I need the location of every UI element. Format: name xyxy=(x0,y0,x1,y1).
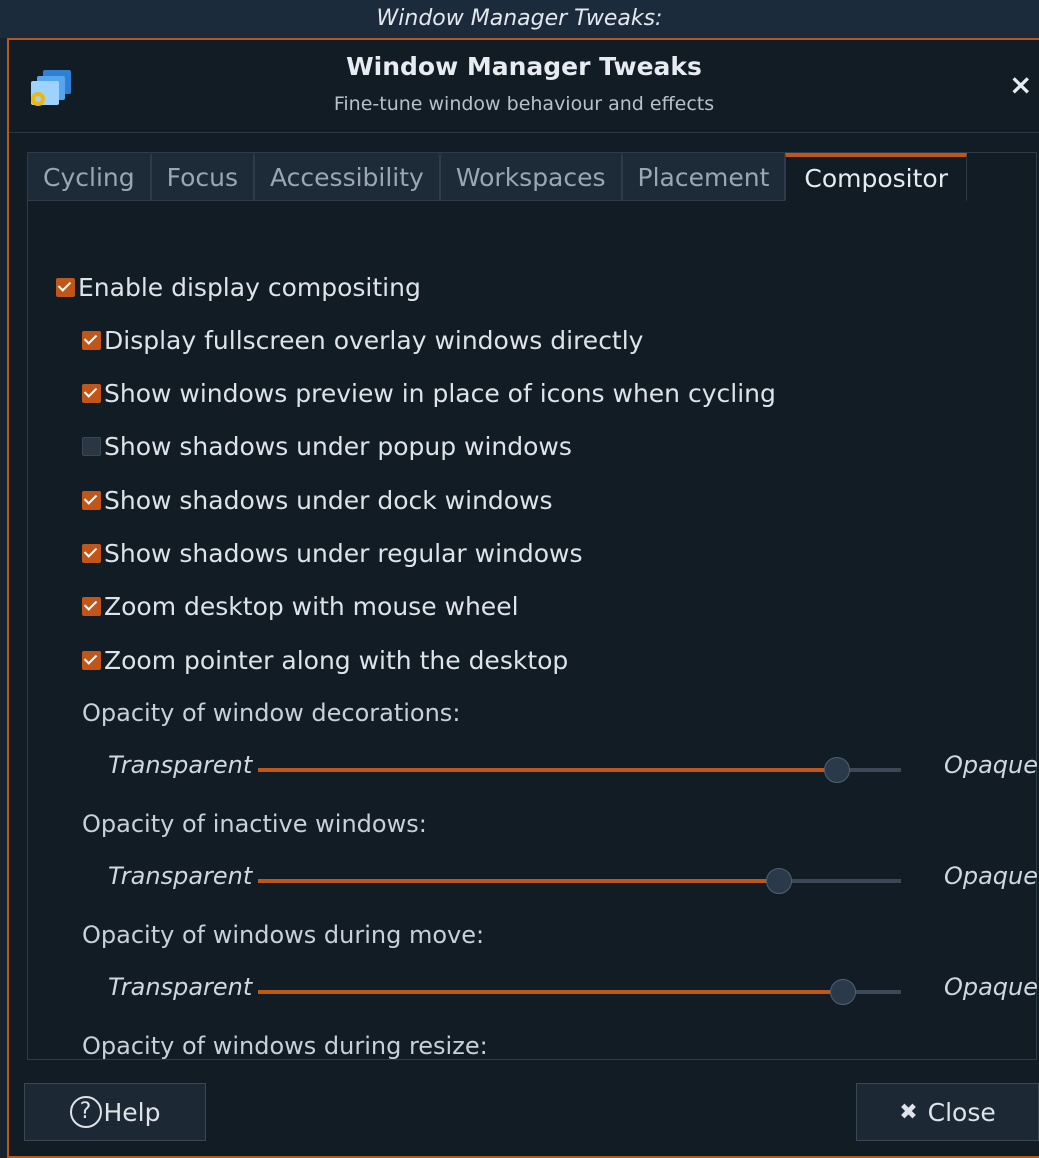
tab-notebook: Cycling Focus Accessibility Workspaces P… xyxy=(27,152,1038,1060)
slider-handle[interactable] xyxy=(823,757,850,783)
option-checkbox[interactable]: Show windows preview in place of icons w… xyxy=(82,379,776,408)
slider-fill xyxy=(258,990,844,994)
close-button-label: Close xyxy=(927,1097,996,1127)
checkbox-box[interactable] xyxy=(82,331,101,350)
tab-workspaces[interactable]: Workspaces xyxy=(439,153,622,201)
dialog-title: Window Manager Tweaks xyxy=(346,52,702,81)
checkbox-box[interactable] xyxy=(82,437,101,456)
scale-min-label: Transparent xyxy=(108,751,253,779)
slider-track[interactable] xyxy=(258,868,901,894)
scale-max-label: Opaque xyxy=(943,973,1038,1001)
move-opacity-label: Opacity of windows during move: xyxy=(82,921,485,949)
close-icon[interactable]: × xyxy=(1009,68,1032,101)
checkbox-label: Show windows preview in place of icons w… xyxy=(104,379,776,408)
resize-opacity-label: Opacity of windows during resize: xyxy=(82,1032,488,1060)
decorations-opacity-slider[interactable]: Transparent Opaque xyxy=(108,749,1038,789)
checkbox-box[interactable] xyxy=(82,384,101,403)
option-checkbox[interactable]: Show shadows under popup windows xyxy=(82,432,572,461)
enable-compositing-checkbox[interactable]: Enable display compositing xyxy=(56,273,421,302)
help-button-label: Help xyxy=(103,1097,161,1127)
checkbox-label: Show shadows under regular windows xyxy=(104,539,583,568)
outer-window-title: Window Manager Tweaks: xyxy=(0,0,1039,38)
option-checkbox[interactable]: Zoom pointer along with the desktop xyxy=(82,646,568,675)
slider-fill xyxy=(258,879,779,883)
tab-compositor[interactable]: Compositor xyxy=(785,153,968,201)
tab-bar: Cycling Focus Accessibility Workspaces P… xyxy=(27,153,968,203)
checkbox-label: Enable display compositing xyxy=(78,273,421,302)
checkbox-label: Show shadows under popup windows xyxy=(104,432,572,461)
move-opacity-slider[interactable]: Transparent Opaque xyxy=(108,971,1038,1011)
checkbox-box[interactable] xyxy=(82,597,101,616)
close-button[interactable]: ✖ Close xyxy=(856,1083,1039,1141)
tab-cycling[interactable]: Cycling xyxy=(27,153,151,201)
scale-max-label: Opaque xyxy=(943,751,1038,779)
checkbox-box[interactable] xyxy=(82,491,101,510)
scale-max-label: Opaque xyxy=(943,862,1038,890)
help-button[interactable]: ? Help xyxy=(24,1083,206,1141)
checkbox-label: Zoom desktop with mouse wheel xyxy=(104,592,519,621)
tab-placement[interactable]: Placement xyxy=(621,153,786,201)
help-circle-icon: ? xyxy=(69,1096,102,1128)
option-checkbox[interactable]: Zoom desktop with mouse wheel xyxy=(82,592,519,621)
scale-min-label: Transparent xyxy=(108,973,253,1001)
tab-accessibility[interactable]: Accessibility xyxy=(254,153,440,201)
slider-fill xyxy=(258,768,837,772)
slider-track[interactable] xyxy=(258,757,901,783)
checkbox-box[interactable] xyxy=(82,651,101,670)
checkbox-label: Show shadows under dock windows xyxy=(104,486,553,515)
checkbox-label: Display fullscreen overlay windows direc… xyxy=(104,326,644,355)
dialog-header: Window Manager Tweaks Fine-tune window b… xyxy=(9,40,1039,133)
dialog-window: Window Manager Tweaks Fine-tune window b… xyxy=(7,38,1039,1158)
option-checkbox[interactable]: Show shadows under regular windows xyxy=(82,539,583,568)
checkbox-box[interactable] xyxy=(82,544,101,563)
slider-handle[interactable] xyxy=(765,868,792,894)
checkbox-label: Zoom pointer along with the desktop xyxy=(104,646,569,675)
tab-focus[interactable]: Focus xyxy=(150,153,255,201)
option-checkbox[interactable]: Display fullscreen overlay windows direc… xyxy=(82,326,643,355)
dialog-subtitle: Fine-tune window behaviour and effects xyxy=(333,93,715,115)
slider-track[interactable] xyxy=(258,979,901,1005)
scale-min-label: Transparent xyxy=(108,862,253,890)
checkbox-box[interactable] xyxy=(56,278,75,297)
inactive-opacity-label: Opacity of inactive windows: xyxy=(82,810,427,838)
slider-handle[interactable] xyxy=(830,979,857,1005)
close-icon: ✖ xyxy=(899,1099,918,1125)
decorations-opacity-label: Opacity of window decorations: xyxy=(82,699,461,727)
option-checkbox[interactable]: Show shadows under dock windows xyxy=(82,486,553,515)
inactive-opacity-slider[interactable]: Transparent Opaque xyxy=(108,860,1038,900)
